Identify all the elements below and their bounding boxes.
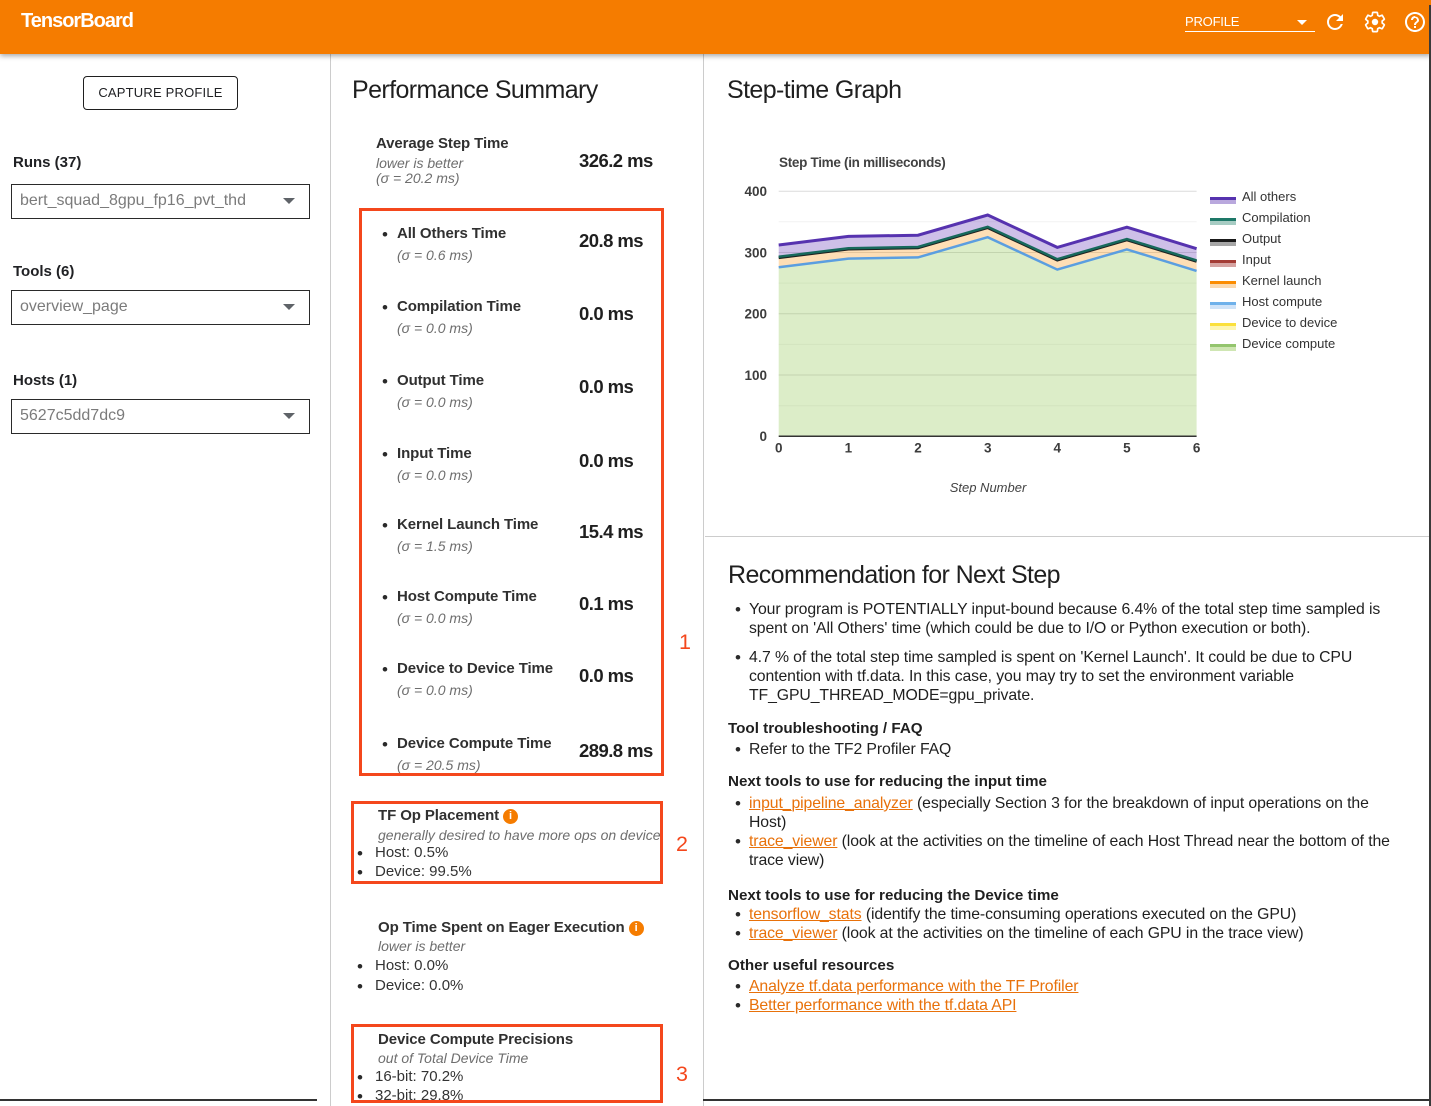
svg-text:0: 0 — [775, 441, 783, 456]
svg-text:2: 2 — [914, 441, 922, 456]
svg-text:1: 1 — [845, 441, 853, 456]
svg-text:300: 300 — [744, 245, 767, 260]
svg-text:3: 3 — [984, 441, 992, 456]
svg-text:5: 5 — [1123, 441, 1131, 456]
svg-text:400: 400 — [744, 184, 767, 199]
svg-text:4: 4 — [1054, 441, 1062, 456]
svg-text:0: 0 — [759, 429, 767, 444]
svg-text:100: 100 — [744, 368, 767, 383]
svg-text:6: 6 — [1193, 441, 1201, 456]
svg-text:200: 200 — [744, 307, 767, 322]
